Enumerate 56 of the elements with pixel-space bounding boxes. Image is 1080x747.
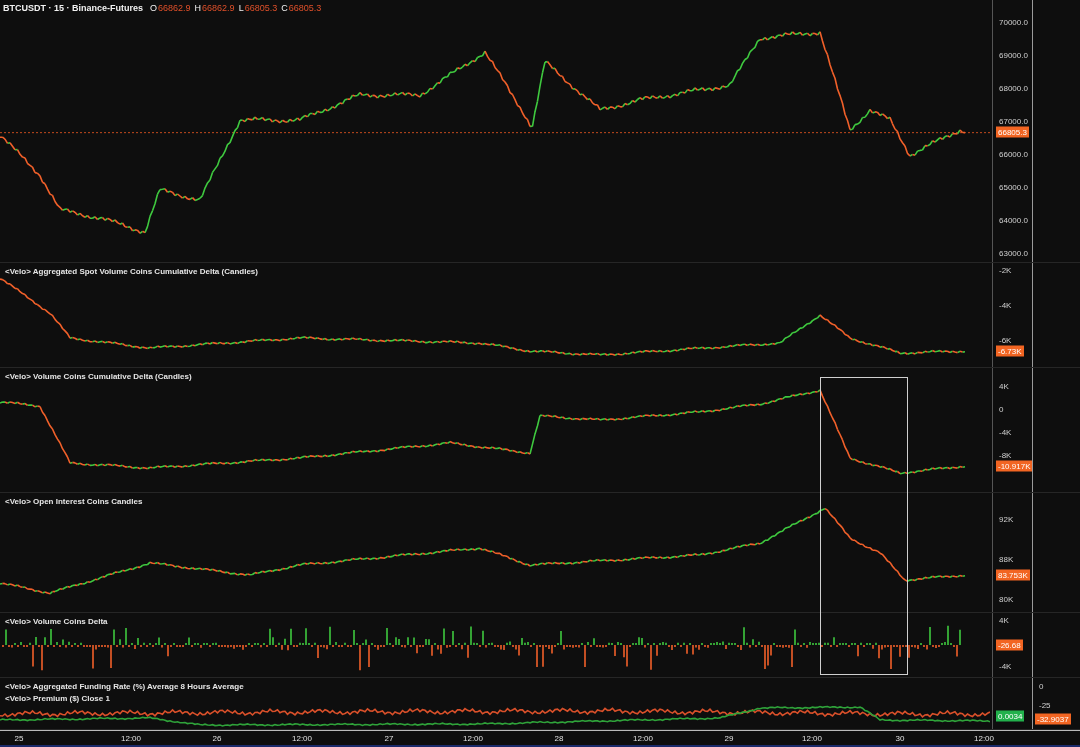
ohlc-value: 66805.3 (288, 3, 322, 13)
axis-tick-label: -4K (999, 662, 1013, 671)
axis-tick-label: 65000.0 (999, 183, 1029, 192)
axis-tick-label: 88K (999, 555, 1015, 564)
time-axis-label: 30 (895, 734, 905, 743)
ohlc-label: C (281, 3, 288, 13)
axis-tick-label: 66000.0 (999, 150, 1029, 159)
axis-tick-label: 63000.0 (999, 249, 1029, 258)
time-axis-label: 29 (724, 734, 734, 743)
axis-tick-label: 80K (999, 595, 1015, 604)
axis-tick-label: -4K (999, 301, 1013, 310)
value-badge: 0.0034 (996, 710, 1025, 722)
indicator-title: <Velo> Aggregated Spot Volume Coins Cumulative Delta (Candles) (3, 267, 260, 276)
axis-tick-label: 92K (999, 515, 1015, 524)
ohlc-label: H (194, 3, 202, 13)
value-badge: -10.917K (996, 460, 1033, 472)
time-axis-label: 12:00 (974, 734, 994, 743)
axis-tick-label: 67000.0 (999, 117, 1029, 126)
axis-tick-label: 64000.0 (999, 216, 1029, 225)
symbol-title: BTCUSDT · 15 · Binance-Futures (3, 3, 143, 13)
indicator-title: <Velo> Volume Coins Cumulative Delta (Candles) (3, 372, 194, 381)
time-axis-label: 12:00 (463, 734, 483, 743)
axis-tick-label: 0 (1039, 682, 1045, 691)
indicator-title: <Velo> Volume Coins Delta (3, 617, 110, 626)
time-axis-label: 12:00 (633, 734, 653, 743)
axis-tick-label: 4K (999, 382, 1010, 391)
ohlc-value: 66805.3 (244, 3, 278, 13)
time-axis-label: 12:00 (802, 734, 822, 743)
ohlc-label: L (238, 3, 244, 13)
axis-tick-label: 0 (999, 405, 1005, 414)
time-axis-label: 26 (212, 734, 222, 743)
value-badge: 83.753K (996, 569, 1030, 581)
indicator-title: <Velo> Aggregated Funding Rate (%) Average 8 Hours Average (3, 682, 246, 691)
indicator-title: <Velo> Open Interest Coins Candles (3, 497, 145, 506)
axis-tick-label: 68000.0 (999, 84, 1029, 93)
value-badge: -6.73K (996, 345, 1024, 357)
value-badge: 66805.3 (996, 126, 1029, 138)
time-axis-label: 25 (14, 734, 24, 743)
indicator-title: <Velo> Premium ($) Close 1 (3, 694, 112, 703)
axis-tick-label: -4K (999, 428, 1013, 437)
ohlc-value: 66862.9 (202, 3, 235, 13)
value-badge: -26.68 (996, 639, 1023, 650)
time-axis-label: 28 (554, 734, 564, 743)
axis-tick-label: -25 (1039, 701, 1052, 710)
time-axis-label: 27 (384, 734, 394, 743)
axis-tick-label: 70000.0 (999, 18, 1029, 27)
axis-tick-label: -8K (999, 451, 1013, 460)
axis-tick-label: 69000.0 (999, 51, 1029, 60)
axis-tick-label: -6K (999, 336, 1013, 345)
time-axis-label: 12:00 (121, 734, 141, 743)
ohlc-value: 66862.9 (158, 3, 191, 13)
axis-tick-label: 4K (999, 616, 1010, 625)
axis-tick-label: -2K (999, 266, 1013, 275)
time-axis-label: 12:00 (292, 734, 312, 743)
ohlc-label: O (150, 3, 158, 13)
value-badge: -32.9037 (1035, 713, 1071, 725)
